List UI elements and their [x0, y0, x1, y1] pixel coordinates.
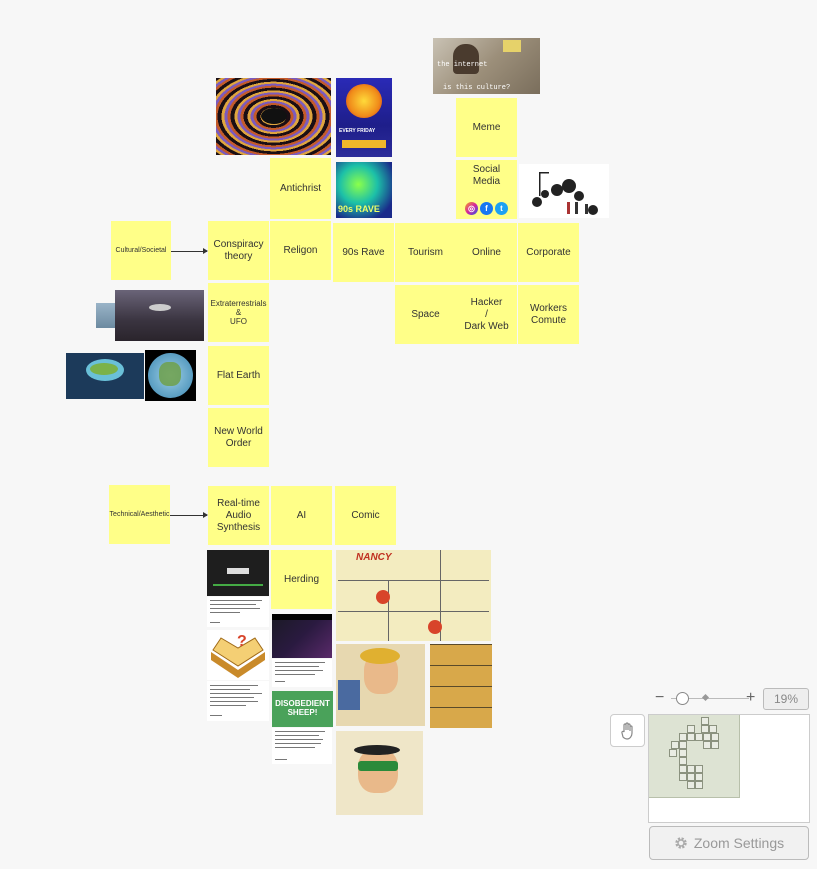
- comic-sunglasses-image[interactable]: [336, 731, 423, 815]
- doc-text-1[interactable]: [207, 597, 269, 627]
- svg-text:?: ?: [237, 633, 247, 650]
- note-hacker-dark-web[interactable]: Hacker / Dark Web: [456, 285, 517, 344]
- comic-hero-image[interactable]: [336, 644, 425, 726]
- note-corporate[interactable]: Corporate: [518, 223, 579, 282]
- note-herding[interactable]: Herding: [271, 550, 332, 609]
- doc-text-2[interactable]: [207, 681, 269, 721]
- zoom-bar: − + 19%: [655, 688, 810, 710]
- zoom-slider-handle[interactable]: [676, 692, 689, 705]
- note-ai[interactable]: AI: [271, 486, 332, 545]
- note-comic[interactable]: Comic: [335, 486, 396, 545]
- zoom-in-button[interactable]: +: [746, 690, 755, 706]
- gear-icon: [675, 837, 687, 849]
- zoom-default-marker: [701, 693, 710, 702]
- arrow-cultural: [171, 248, 208, 254]
- doc-text-3[interactable]: [272, 659, 332, 687]
- note-religon[interactable]: Religon: [270, 221, 331, 280]
- note-new-world-order[interactable]: New World Order: [208, 408, 269, 467]
- social-media-label: Social Media: [472, 164, 501, 187]
- zoom-settings-button[interactable]: Zoom Settings: [649, 826, 809, 860]
- doc-text-4[interactable]: [272, 728, 332, 764]
- zoom-settings-label: Zoom Settings: [693, 835, 785, 851]
- 90s-rave-image[interactable]: 90s RAVE: [336, 162, 392, 218]
- twitter-icon: t: [495, 202, 508, 215]
- hand-icon: [620, 721, 633, 740]
- note-space[interactable]: Space: [395, 285, 456, 344]
- psychedelic-eye-image[interactable]: [216, 78, 331, 155]
- rave-poster-image[interactable]: EVERY FRIDAY: [336, 78, 392, 157]
- note-meme[interactable]: Meme: [456, 98, 517, 157]
- note-cultural-societal[interactable]: Cultural/Societal: [111, 221, 171, 280]
- game-screenshot-image[interactable]: [207, 550, 269, 596]
- note-online[interactable]: Online: [456, 223, 517, 282]
- note-extraterrestrials-ufo[interactable]: Extraterrestrials & UFO: [208, 283, 269, 342]
- pan-tool-button[interactable]: [610, 714, 645, 747]
- note-tourism[interactable]: Tourism: [395, 223, 456, 282]
- zoom-percent[interactable]: 19%: [763, 688, 809, 710]
- note-workers-comute[interactable]: Workers Comute: [518, 285, 579, 344]
- note-flat-earth[interactable]: Flat Earth: [208, 346, 269, 405]
- flat-earth-image[interactable]: [66, 353, 144, 399]
- note-realtime-audio-synthesis[interactable]: Real-time Audio Synthesis: [208, 486, 269, 545]
- ufo-image[interactable]: [115, 290, 204, 341]
- note-social-media[interactable]: Social Media ◎ f t: [456, 160, 517, 219]
- meme-image[interactable]: the internet is this culture?: [433, 38, 540, 94]
- social-media-icons: ◎ f t: [464, 190, 509, 215]
- instagram-icon: ◎: [465, 202, 478, 215]
- note-antichrist[interactable]: Antichrist: [270, 158, 331, 219]
- note-90s-rave[interactable]: 90s Rave: [333, 223, 394, 282]
- nancy-comic-image[interactable]: NANCY: [336, 550, 491, 641]
- disobedient-sheep-image[interactable]: DISOBEDIENT SHEEP!: [272, 691, 333, 727]
- flat-earth-map-image[interactable]: [145, 350, 196, 401]
- zoom-out-button[interactable]: −: [655, 690, 664, 706]
- dark-web-image[interactable]: [272, 614, 332, 658]
- note-conspiracy-theory[interactable]: Conspiracy theory: [208, 221, 269, 280]
- arrow-technical: [170, 512, 208, 518]
- comic-page-image[interactable]: [430, 644, 492, 728]
- facebook-icon: f: [480, 202, 493, 215]
- note-technical-aesthetic[interactable]: Technical/Aesthetic: [109, 485, 170, 544]
- corporate-gears-image[interactable]: [519, 164, 609, 218]
- question-book-image[interactable]: ?: [207, 630, 269, 680]
- minimap[interactable]: [648, 714, 810, 823]
